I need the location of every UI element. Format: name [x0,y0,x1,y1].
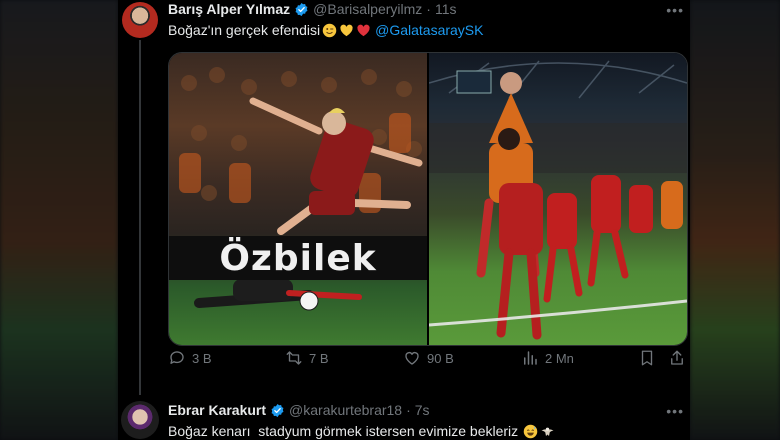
reply-count: 3 B [192,350,212,366]
author-name[interactable]: Barış Alper Yılmaz [168,1,290,17]
verified-badge-icon [271,403,284,417]
retweet-icon [286,351,302,365]
more-options-icon[interactable]: ••• [666,2,684,18]
like-count: 90 B [427,350,454,366]
separator-dot: · [426,1,431,17]
reply-button[interactable]: 3 B [168,349,212,367]
tweet-text: Boğaz kenarı stadyum görmek istersen evi… [168,423,519,439]
verified-badge-icon [295,2,308,16]
separator-dot: · [406,402,411,418]
media-photo-left[interactable]: Özbilek [169,53,427,345]
eagle-emoji-icon [541,427,554,436]
team-celebration-illustration [429,60,687,340]
blurred-background-left [0,0,118,440]
views-button[interactable]: 2 Mn [521,349,574,367]
like-button[interactable]: 90 B [403,349,454,367]
winking-face-emoji-icon [322,23,337,37]
tweet-text: Boğaz'ın gerçek efendisi [168,22,321,38]
avatar[interactable] [121,401,159,439]
mention-link[interactable]: @GalatasaraySK [375,22,483,38]
share-icon [671,350,683,365]
retweet-count: 7 B [309,350,329,366]
author-handle[interactable]: @Barisalperyilmz [313,1,422,17]
avatar[interactable] [122,2,158,38]
reply-icon [170,351,184,364]
stadium-crowd-illustration [179,67,423,311]
bookmark-button[interactable] [638,349,656,367]
red-heart-icon [357,24,370,36]
view-count: 2 Mn [545,350,574,366]
more-options-icon[interactable]: ••• [666,403,684,419]
tweet-header: Ebrar Karakurt @karakurtebrar18 · 7s [168,401,430,419]
tweet-media-grid: Özbilek [168,52,688,346]
bookmark-icon [641,350,653,366]
sponsor-board-text: Özbilek [169,236,427,280]
yellow-heart-icon [340,24,353,36]
author-name[interactable]: Ebrar Karakurt [168,402,266,418]
tweet-body: Boğaz kenarı stadyum görmek istersen evi… [168,423,555,439]
analytics-icon [524,351,537,365]
thread-connector-line [139,40,141,395]
tweet-timestamp[interactable]: 11s [435,1,457,17]
retweet-button[interactable]: 7 B [285,349,329,367]
blurred-background-right [690,0,780,440]
author-handle[interactable]: @karakurtebrar18 [289,402,402,418]
tweet-body: Boğaz'ın gerçek efendisi @GalatasaraySK [168,22,483,38]
media-photo-right[interactable] [429,53,687,345]
share-button[interactable] [668,349,686,367]
tweet-timestamp[interactable]: 7s [415,402,430,418]
grinning-sweat-face-emoji-icon [523,424,538,438]
heart-icon [405,352,419,365]
tweet-header: Barış Alper Yılmaz @Barisalperyilmz · 11… [168,0,457,18]
